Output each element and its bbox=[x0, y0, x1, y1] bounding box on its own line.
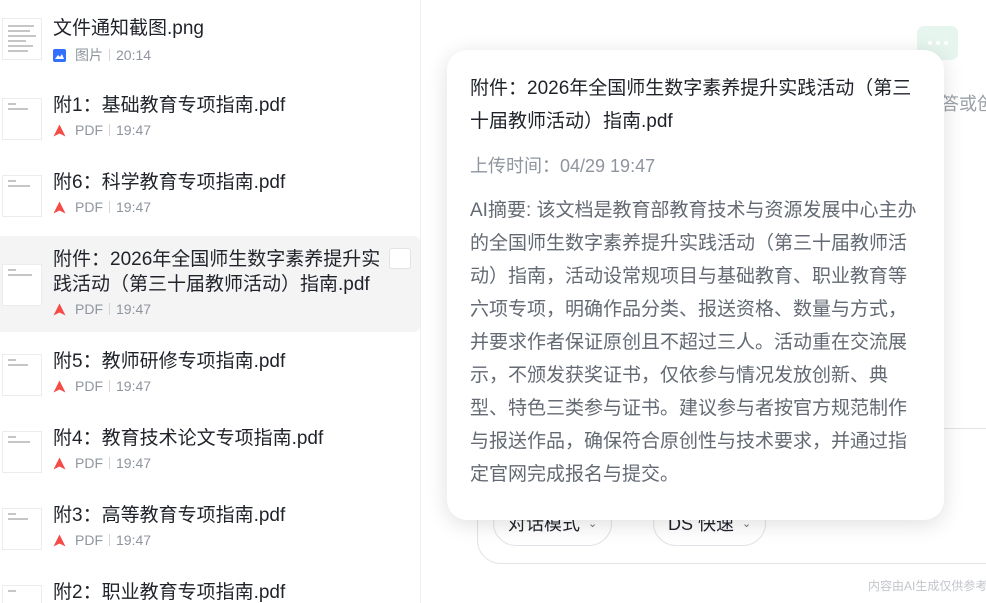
file-time: 19:47 bbox=[116, 455, 152, 471]
file-time: 19:47 bbox=[116, 378, 152, 394]
file-thumbnail bbox=[2, 264, 42, 306]
file-detail-popover: 附件：2026年全国师生数字素养提升实践活动（第三十届教师活动）指南.pdf 上… bbox=[447, 50, 944, 520]
pdf-icon bbox=[53, 303, 66, 315]
file-name: 文件通知截图.png bbox=[53, 18, 204, 39]
pdf-icon bbox=[53, 457, 66, 469]
pdf-icon bbox=[53, 380, 66, 392]
file-item-selected[interactable]: 附件：2026年全国师生数字素养提升实践活动（第三十届教师活动）指南.pdf P… bbox=[0, 236, 420, 332]
file-item[interactable]: 附6：科学教育专项指南.pdf PDF 19:47 bbox=[0, 161, 420, 227]
file-thumbnail bbox=[2, 98, 42, 140]
file-meta: PDF 19:47 bbox=[53, 301, 151, 317]
file-name: 附件：2026年全国师生数字素养提升实践活动（第三十届教师活动）指南.pdf bbox=[53, 249, 381, 295]
file-thumbnail bbox=[2, 18, 42, 60]
file-type: PDF bbox=[75, 301, 103, 317]
background-hint: 答或创 bbox=[941, 94, 986, 114]
file-meta: PDF 19:47 bbox=[53, 532, 151, 548]
file-meta: 图片 20:14 bbox=[53, 45, 151, 65]
ai-disclaimer: 内容由AI生成仅供参考 bbox=[868, 579, 986, 593]
file-time: 19:47 bbox=[116, 199, 152, 215]
file-item[interactable]: 附2：职业教育专项指南.pdf bbox=[0, 571, 420, 603]
file-meta: PDF 19:47 bbox=[53, 378, 151, 394]
file-type: PDF bbox=[75, 122, 103, 138]
pdf-icon bbox=[53, 124, 66, 136]
file-time: 19:47 bbox=[116, 532, 152, 548]
app-window: 文件通知截图.png 图片 20:14 附1：基础教育专项指南.pdf PDF … bbox=[0, 0, 986, 603]
file-thumbnail bbox=[2, 585, 42, 603]
ai-summary: AI摘要: 该文档是教育部教育技术与资源发展中心主办的全国师生数字素养提升实践活… bbox=[470, 200, 917, 485]
file-list: 文件通知截图.png 图片 20:14 附1：基础教育专项指南.pdf PDF … bbox=[0, 0, 421, 603]
file-item[interactable]: 附1：基础教育专项指南.pdf PDF 19:47 bbox=[0, 84, 420, 150]
file-type: PDF bbox=[75, 455, 103, 471]
file-item[interactable]: 文件通知截图.png 图片 20:14 bbox=[0, 0, 420, 78]
file-thumbnail bbox=[2, 508, 42, 550]
pdf-icon bbox=[53, 534, 66, 546]
file-name: 附4：教育技术论文专项指南.pdf bbox=[53, 428, 324, 449]
file-meta: PDF 19:47 bbox=[53, 455, 151, 471]
file-name: 附3：高等教育专项指南.pdf bbox=[53, 505, 286, 526]
file-item[interactable]: 附4：教育技术论文专项指南.pdf PDF 19:47 bbox=[0, 417, 420, 483]
file-meta: PDF 19:47 bbox=[53, 199, 151, 215]
file-thumbnail bbox=[2, 175, 42, 217]
file-thumbnail bbox=[2, 431, 42, 473]
file-type: PDF bbox=[75, 532, 103, 548]
file-time: 19:47 bbox=[116, 122, 152, 138]
file-item[interactable]: 附3：高等教育专项指南.pdf PDF 19:47 bbox=[0, 494, 420, 560]
popover-title: 附件：2026年全国师生数字素养提升实践活动（第三十届教师活动）指南.pdf bbox=[470, 78, 912, 132]
select-checkbox[interactable] bbox=[389, 248, 411, 269]
file-type: PDF bbox=[75, 199, 103, 215]
file-time: 19:47 bbox=[116, 301, 152, 317]
file-type: PDF bbox=[75, 378, 103, 394]
file-name: 附1：基础教育专项指南.pdf bbox=[53, 95, 286, 116]
upload-time: 上传时间：04/29 19:47 bbox=[470, 156, 656, 176]
more-dots-icon bbox=[927, 41, 932, 45]
pdf-icon bbox=[53, 201, 66, 213]
file-time: 20:14 bbox=[116, 47, 152, 63]
file-thumbnail bbox=[2, 354, 42, 396]
file-item[interactable]: 附5：教师研修专项指南.pdf PDF 19:47 bbox=[0, 340, 420, 406]
file-name: 附5：教师研修专项指南.pdf bbox=[53, 351, 286, 372]
image-icon bbox=[53, 48, 66, 62]
file-name: 附6：科学教育专项指南.pdf bbox=[53, 172, 286, 193]
file-type: 图片 bbox=[75, 47, 103, 63]
file-name: 附2：职业教育专项指南.pdf bbox=[53, 582, 286, 603]
file-meta: PDF 19:47 bbox=[53, 122, 151, 138]
